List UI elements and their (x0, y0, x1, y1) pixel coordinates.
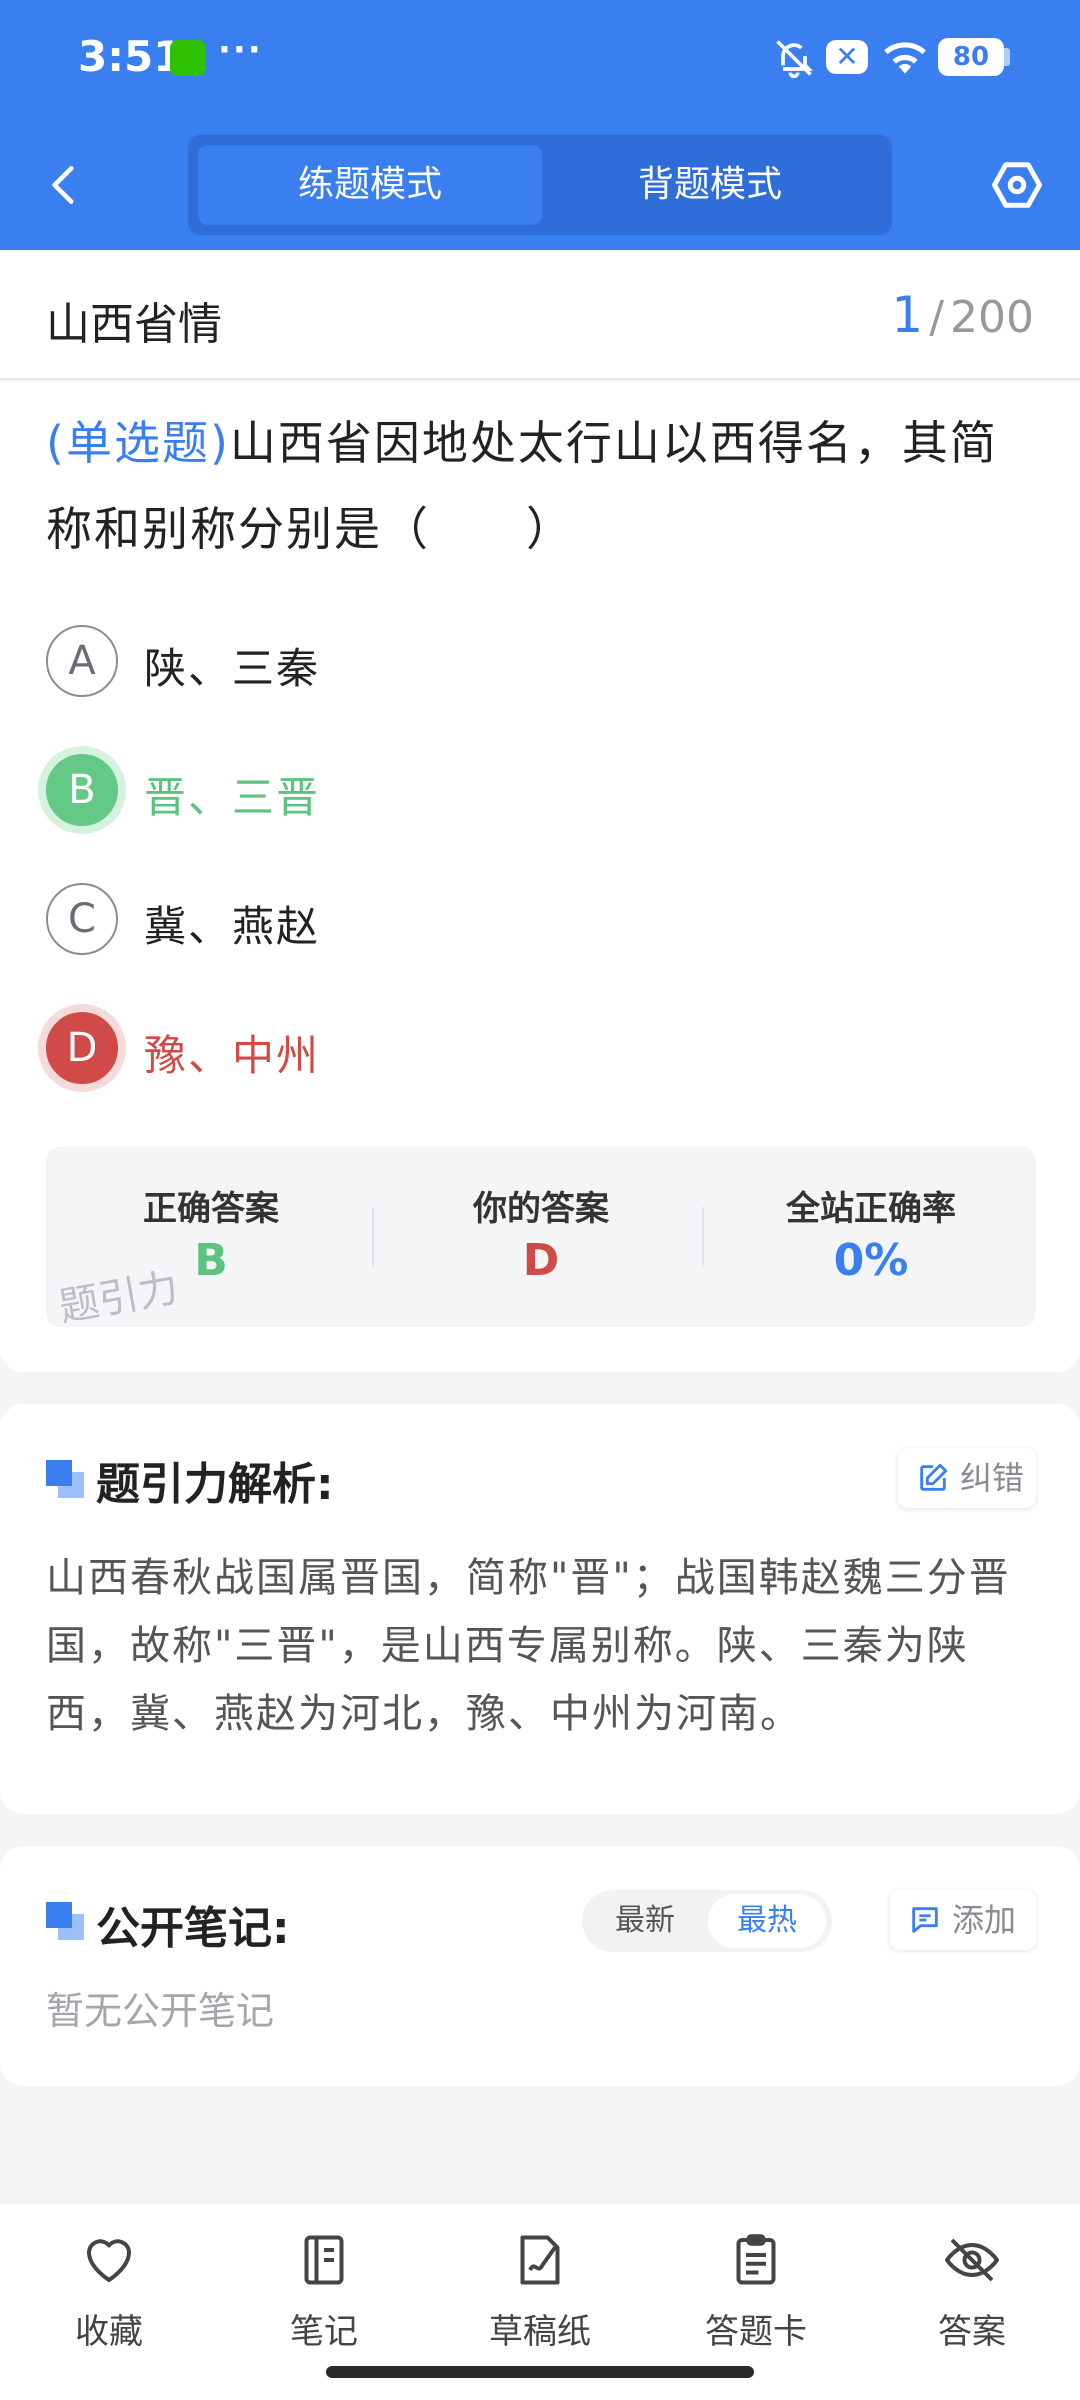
correct-answer-label: 正确答案 (143, 1189, 279, 1229)
option-b[interactable]: B 晋、三晋 (46, 754, 1026, 828)
tab-draft-paper[interactable]: 草稿纸 (460, 2230, 620, 2360)
status-time: 3:51 (78, 32, 183, 81)
eye-off-icon (945, 2238, 999, 2282)
option-text-wrong: 豫、中州 (144, 1031, 321, 1080)
tab-answer[interactable]: 答案 (892, 2230, 1052, 2360)
accuracy-column: 全站正确率 0% (706, 1147, 1036, 1327)
sort-hottest[interactable]: 最热 (708, 1894, 826, 1948)
option-text: 冀、燕赵 (144, 902, 321, 951)
battery-tip (1004, 48, 1010, 66)
accuracy-label: 全站正确率 (786, 1189, 956, 1229)
answer-result-box: 正确答案 B 你的答案 D 全站正确率 0% 题引力 (46, 1147, 1036, 1331)
question-card: (单选题)山西省因地处太行山以西得名，其简称和别称分别是（ ） A 陕、三秦 B… (0, 382, 1080, 1372)
mute-bell-icon (776, 40, 814, 79)
comment-icon (912, 1907, 938, 1933)
tab-label: 答案 (938, 2312, 1006, 2352)
notebook-icon (304, 2235, 344, 2285)
settings-hexagon-icon[interactable] (990, 158, 1044, 212)
wifi-icon (884, 42, 926, 74)
notes-sort-toggle: 最新 最热 (582, 1890, 832, 1952)
tab-practice-mode[interactable]: 练题模式 (198, 145, 542, 225)
option-letter: A (46, 625, 118, 697)
option-letter-correct: B (46, 754, 118, 826)
section-title: 山西省情 (46, 299, 222, 350)
status-bar: 3:51 ··· ✕ 80 (0, 0, 1080, 118)
mode-toggle: 练题模式 背题模式 (188, 135, 892, 235)
battery-indicator: 80 (938, 38, 1004, 76)
option-text: 陕、三秦 (144, 644, 321, 693)
section-block-icon (46, 1902, 84, 1940)
tab-notes[interactable]: 笔记 (244, 2230, 404, 2360)
tab-answer-sheet[interactable]: 答题卡 (676, 2230, 836, 2360)
close-badge-icon: ✕ (826, 40, 868, 74)
report-error-button[interactable]: 纠错 (898, 1448, 1036, 1508)
option-a[interactable]: A 陕、三秦 (46, 625, 1026, 699)
wechat-notification-icon (170, 40, 206, 76)
edit-icon (920, 1463, 948, 1491)
back-arrow-icon[interactable] (40, 160, 90, 210)
add-note-label: 添加 (952, 1901, 1017, 1939)
app-header: 3:51 ··· ✕ 80 练题模式 背题模式 (0, 0, 1080, 250)
option-letter: C (46, 883, 118, 955)
heart-icon (87, 2239, 131, 2282)
section-block-icon (46, 1460, 84, 1498)
empty-notes-text: 暂无公开笔记 (46, 1989, 275, 2033)
report-error-label: 纠错 (960, 1459, 1025, 1497)
more-notifications-icon: ··· (218, 30, 263, 70)
question-counter: 1/200 (891, 286, 1034, 344)
analysis-card: 题引力解析: 纠错 山西春秋战国属晋国，简称"晋"；战国韩赵魏三分晋国，故称"三… (0, 1404, 1080, 1814)
sort-latest[interactable]: 最新 (586, 1894, 704, 1948)
notes-heading: 公开笔记: (96, 1903, 290, 1954)
tab-label: 草稿纸 (489, 2312, 591, 2352)
draft-paper-icon (520, 2235, 560, 2285)
analysis-heading: 题引力解析: (96, 1459, 334, 1510)
your-answer-column: 你的答案 D (376, 1147, 706, 1327)
option-letter-wrong: D (46, 1012, 118, 1084)
analysis-text: 山西春秋战国属晋国，简称"晋"；战国韩赵魏三分晋国，故称"三晋"，是山西专属别称… (46, 1555, 1011, 1737)
answer-sheet-icon (736, 2234, 776, 2285)
tab-label: 收藏 (75, 2312, 143, 2352)
divider (702, 1207, 704, 1267)
your-answer-value: D (522, 1235, 560, 1286)
option-d[interactable]: D 豫、中州 (46, 1012, 1026, 1086)
accuracy-value: 0% (833, 1235, 909, 1286)
your-answer-label: 你的答案 (473, 1189, 609, 1229)
tab-recite-mode[interactable]: 背题模式 (538, 145, 882, 225)
tab-label: 笔记 (290, 2312, 358, 2352)
tab-favorite[interactable]: 收藏 (29, 2230, 189, 2360)
question-stem: (单选题)山西省因地处太行山以西得名，其简称和别称分别是（ ） (46, 400, 1036, 572)
total-questions: 200 (950, 292, 1034, 343)
tab-label: 答题卡 (705, 2312, 807, 2352)
public-notes-card: 公开笔记: 最新 最热 添加 暂无公开笔记 (0, 1846, 1080, 2086)
question-type: (单选题) (46, 416, 230, 470)
add-note-button[interactable]: 添加 (890, 1890, 1036, 1950)
option-c[interactable]: C 冀、燕赵 (46, 883, 1026, 957)
section-title-bar: 山西省情 1/200 (0, 250, 1080, 380)
counter-separator: / (929, 292, 945, 343)
option-text-correct: 晋、三晋 (144, 773, 321, 822)
current-question-number: 1 (891, 286, 924, 344)
home-indicator[interactable] (326, 2366, 754, 2378)
divider (372, 1207, 374, 1267)
